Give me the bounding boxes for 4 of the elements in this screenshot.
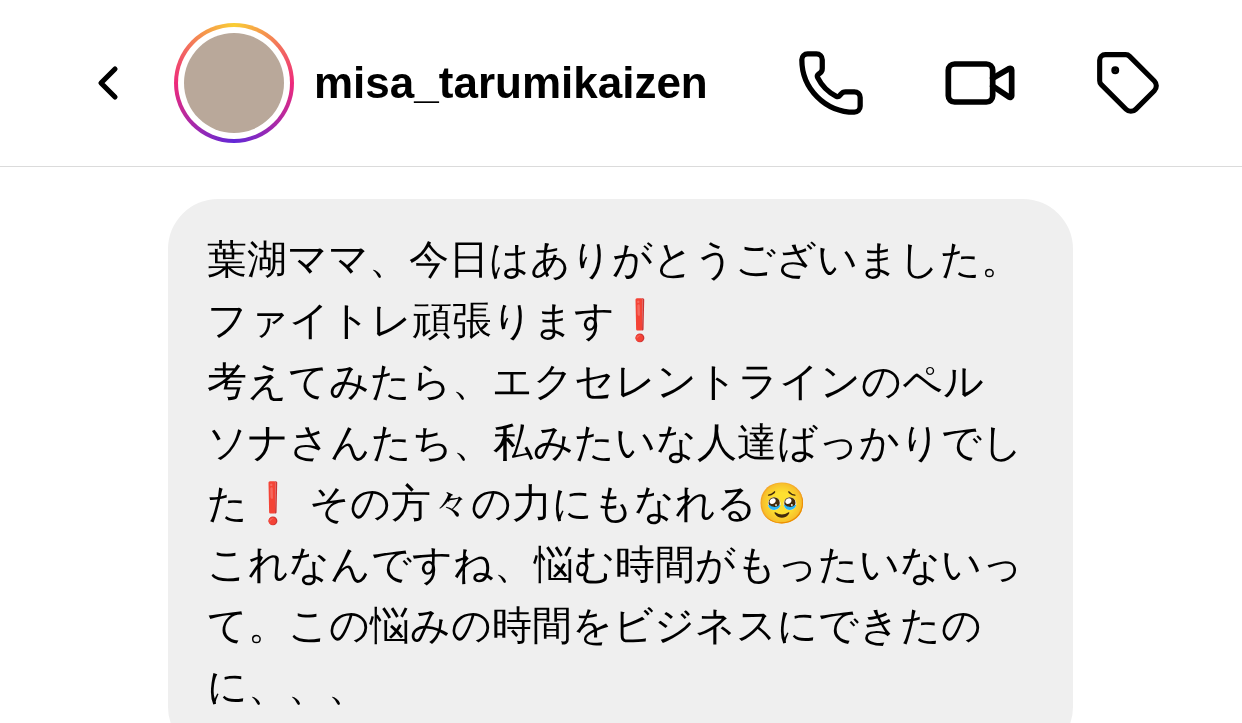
username[interactable]: misa_tarumikaizen [314,50,708,116]
tag-icon[interactable] [1094,49,1162,117]
phone-icon[interactable] [796,48,866,118]
message-text: 葉湖ママ、今日はありがとうございました。ファイトレ頑張ります❗ 考えてみたら、エクセレントラインのペルソナさんたち、私みたいな人達ばっかりでした❗ その方々の力にもなれる🥹 これなんですね、悩む時間がもったいないって。この悩みの時間をビジネスにできたのに、、、 [207,236,1023,710]
